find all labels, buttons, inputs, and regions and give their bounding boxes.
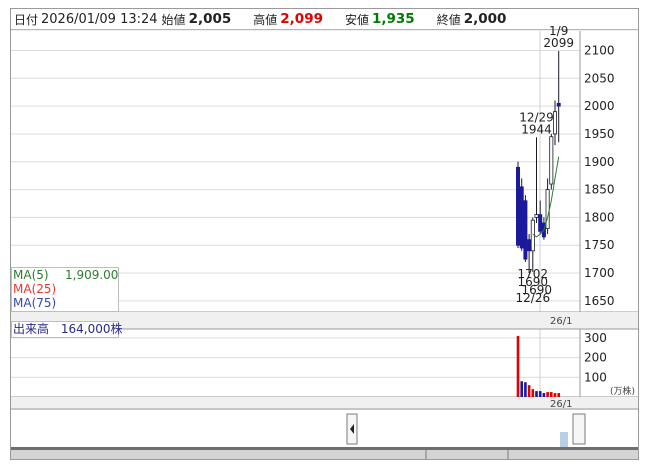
volume-unit-label: (万株): [610, 385, 635, 397]
price-x-tick-label: 26/1: [550, 316, 572, 327]
volume-x-tick-label: 26/1: [550, 399, 572, 410]
volume-label-box: 出来高 164,000株: [11, 321, 122, 338]
volume-plot-area: [11, 329, 580, 397]
price-tick-label: 2000: [584, 99, 615, 113]
price-tick-label: 1900: [584, 155, 615, 169]
volume-bar: [516, 335, 520, 397]
price-tick-label: 1850: [584, 183, 615, 197]
price-tick-label: 2050: [584, 71, 615, 85]
candle-body: [523, 200, 528, 260]
candle-body: [553, 111, 558, 135]
legend-ma5-value: 1,909.00: [65, 268, 119, 282]
volume-bar: [527, 385, 531, 397]
navigator-right-handle: [572, 413, 586, 445]
price-annotation: 1944: [521, 122, 552, 136]
chart-canvas: 1650 1700 1750 1800 1850 1900 1950 2000 2050 2100…: [11, 24, 638, 459]
volume-bar: [546, 392, 549, 397]
price-tick-label: 1650: [584, 294, 615, 308]
volume-tick-label: 100: [584, 370, 607, 384]
volume-tick-label: 200: [584, 351, 607, 365]
price-tick-label: 1750: [584, 238, 615, 252]
navigator-area: [11, 410, 638, 447]
price-tick-label: 1950: [584, 127, 615, 141]
candle-body: [515, 166, 520, 246]
price-annotation: 12/26: [516, 291, 551, 305]
volume-bar: [542, 393, 546, 397]
navigator-scrollbar-edge: [11, 447, 638, 450]
volume-bar: [531, 389, 535, 397]
volume-bar: [535, 391, 538, 397]
legend-ma75: MA(75): [13, 296, 118, 310]
volume-label: 出来高: [13, 322, 50, 336]
legend-ma25-label: MA(25): [13, 282, 57, 296]
volume-bar: [538, 391, 542, 397]
legend-ma5: MA(5) 1,909.00: [13, 268, 118, 282]
volume-bar: [553, 393, 557, 397]
volume-bar: [557, 393, 560, 397]
volume-bar: [550, 392, 553, 397]
candle-body: [527, 239, 532, 252]
price-tick-label: 2100: [584, 43, 615, 57]
volume-value: 164,000株: [60, 322, 123, 336]
legend-ma5-label: MA(5): [13, 268, 49, 282]
price-tick-label: 1700: [584, 266, 615, 280]
legend-ma75-label: MA(75): [13, 296, 57, 310]
candle-body: [519, 186, 524, 249]
volume-bar: [524, 382, 527, 397]
chart-frame: 日付 2026/01/09 13:24 始値 2,005 高値 2,099 安値…: [10, 8, 639, 460]
legend-ma25: MA(25): [13, 282, 118, 296]
ma-legend: MA(5) 1,909.00 MA(25) MA(75): [11, 267, 119, 312]
volume-bar: [520, 381, 523, 397]
volume-date-strip: [11, 397, 638, 409]
candle-body: [549, 136, 554, 185]
price-annotation: 2099: [543, 36, 574, 50]
candle-body: [538, 214, 543, 232]
navigator-series-shade: [560, 432, 568, 447]
volume-tick-label: 300: [584, 331, 607, 345]
candle-body: [534, 214, 539, 218]
price-tick-label: 1800: [584, 210, 615, 224]
candle-body: [556, 102, 561, 107]
